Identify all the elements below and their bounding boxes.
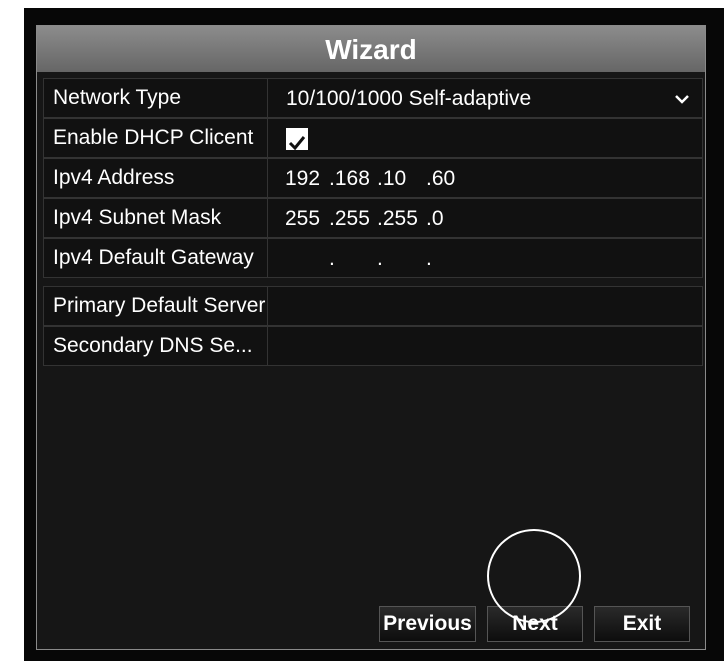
secondary-dns-input[interactable] xyxy=(269,327,702,365)
secondary-dns-row: Secondary DNS Se... xyxy=(43,326,703,366)
ipv4-address-octet-2[interactable]: .168 xyxy=(329,159,370,199)
previous-button[interactable]: Previous xyxy=(379,606,476,642)
secondary-dns-label: Secondary DNS Se... xyxy=(44,327,268,365)
ipv4-address-octet-1[interactable]: 192 xyxy=(285,159,320,199)
network-type-label: Network Type xyxy=(44,79,268,117)
gateway-octet-3[interactable]: . xyxy=(377,239,383,279)
primary-dns-input[interactable] xyxy=(269,287,702,325)
dialog-title: Wizard xyxy=(37,26,705,72)
subnet-mask-octet-1[interactable]: 255 xyxy=(285,199,320,239)
dhcp-row: Enable DHCP Clicent xyxy=(43,118,703,158)
wizard-dialog: Wizard Network Type 10/100/1000 Self-ada… xyxy=(36,25,706,650)
gateway-row: Ipv4 Default Gateway . . . xyxy=(43,238,703,278)
subnet-mask-octet-2[interactable]: .255 xyxy=(329,199,370,239)
ipv4-address-input[interactable]: 192 .168 .10 .60 xyxy=(285,159,515,197)
subnet-mask-input[interactable]: 255 .255 .255 .0 xyxy=(285,199,515,237)
primary-dns-label: Primary Default Server xyxy=(44,287,268,325)
exit-button[interactable]: Exit xyxy=(594,606,690,642)
next-button[interactable]: Next xyxy=(487,606,583,642)
ipv4-address-row: Ipv4 Address 192 .168 .10 .60 xyxy=(43,158,703,198)
primary-dns-row: Primary Default Server xyxy=(43,286,703,326)
ipv4-address-octet-4[interactable]: .60 xyxy=(426,159,455,199)
gateway-input[interactable]: . . . xyxy=(285,239,515,277)
dhcp-label: Enable DHCP Clicent xyxy=(44,119,268,157)
chevron-down-icon xyxy=(675,95,689,104)
network-type-value: 10/100/1000 Self-adaptive xyxy=(286,87,532,110)
dhcp-checkbox[interactable] xyxy=(286,128,308,151)
subnet-mask-octet-3[interactable]: .255 xyxy=(377,199,418,239)
subnet-mask-row: Ipv4 Subnet Mask 255 .255 .255 .0 xyxy=(43,198,703,238)
subnet-mask-label: Ipv4 Subnet Mask xyxy=(44,199,268,237)
gateway-label: Ipv4 Default Gateway xyxy=(44,239,268,277)
subnet-mask-octet-4[interactable]: .0 xyxy=(426,199,444,239)
ipv4-address-octet-3[interactable]: .10 xyxy=(377,159,406,199)
check-icon xyxy=(288,136,306,151)
network-type-row: Network Type 10/100/1000 Self-adaptive xyxy=(43,78,703,118)
network-type-select[interactable]: 10/100/1000 Self-adaptive xyxy=(269,79,702,117)
gateway-octet-2[interactable]: . xyxy=(329,239,335,279)
gateway-octet-4[interactable]: . xyxy=(426,239,432,279)
ipv4-address-label: Ipv4 Address xyxy=(44,159,268,197)
